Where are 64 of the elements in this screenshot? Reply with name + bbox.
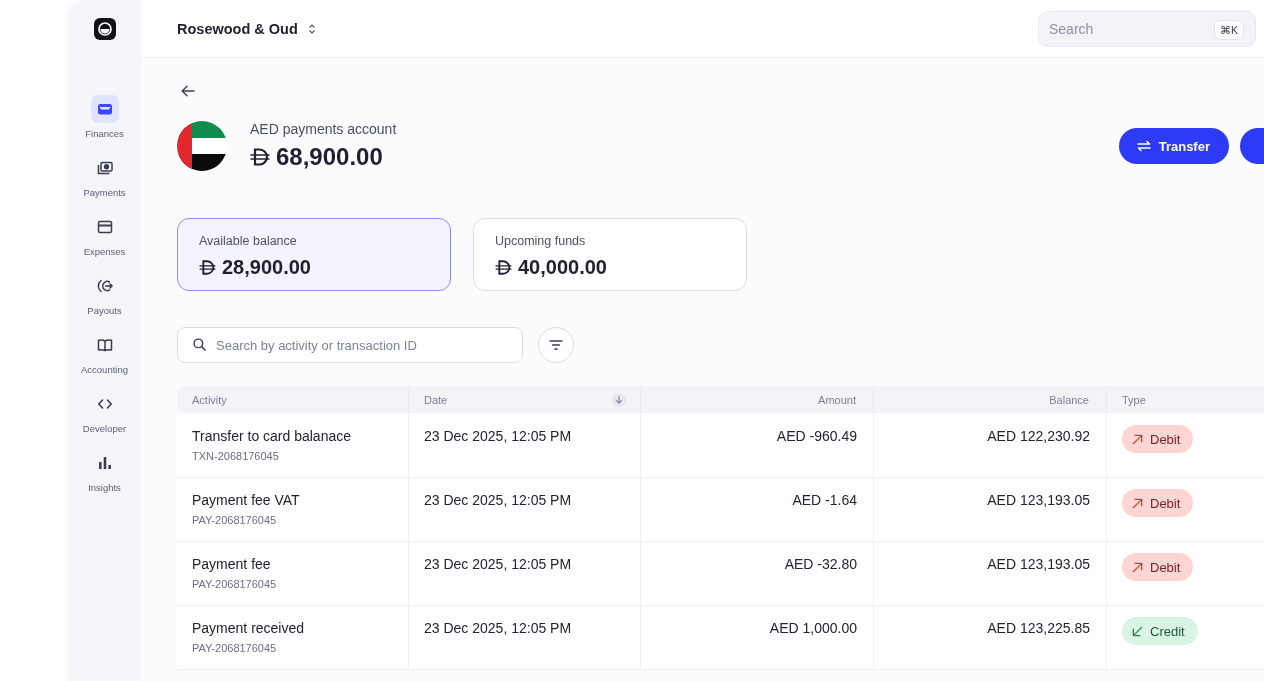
column-header[interactable]: Type xyxy=(1122,393,1146,406)
type-tag: Debit xyxy=(1122,553,1194,581)
transaction-date: 23 Dec 2025, 12:05 PM xyxy=(424,492,572,509)
transaction-amount: AED -960.49 xyxy=(776,428,857,445)
sidebar-item[interactable]: Developer xyxy=(69,390,140,435)
currency-sign-icon xyxy=(250,148,270,166)
transaction-amount: AED -32.80 xyxy=(784,556,857,573)
account-name: AED payments account xyxy=(250,121,397,138)
arrow-down-left-icon xyxy=(1132,625,1143,637)
sidebar-item[interactable]: Payments xyxy=(69,154,140,199)
balance-card[interactable]: Upcoming funds 40,000.00 xyxy=(473,218,747,291)
type-tag: Debit xyxy=(1122,425,1194,453)
card-label: Upcoming funds xyxy=(495,234,587,249)
arrow-up-right-icon xyxy=(1132,433,1143,445)
currency-sign-icon xyxy=(495,259,512,275)
sidebar-item[interactable]: Finances xyxy=(69,95,140,140)
search-field[interactable]: Search by activity or transaction ID xyxy=(177,327,523,363)
transaction-id: PAY-2068176045 xyxy=(192,641,277,655)
activity-name: Payment fee xyxy=(192,556,271,573)
card-amount: 40,000.00 xyxy=(518,255,607,279)
flag-icon xyxy=(177,121,227,171)
search-icon xyxy=(193,338,206,351)
account-balance: 68,900.00 xyxy=(276,143,383,171)
column-header[interactable]: Balance xyxy=(1049,393,1089,406)
activity-name: Transfer to card balanace xyxy=(192,428,351,445)
sidebar-item[interactable]: Expenses xyxy=(69,213,140,258)
swap-arrows-icon xyxy=(1136,140,1151,152)
activity-name: Payment fee VAT xyxy=(192,492,300,509)
transaction-date: 23 Dec 2025, 12:05 PM xyxy=(424,428,572,445)
running-balance: AED 123,193.05 xyxy=(987,492,1090,509)
transaction-id: PAY-2068176045 xyxy=(192,513,277,527)
activity-name: Payment received xyxy=(192,620,305,637)
currency-sign-icon xyxy=(199,259,216,275)
filter-icon xyxy=(549,340,563,350)
running-balance: AED 122,230.92 xyxy=(987,428,1090,445)
card-label: Available balance xyxy=(199,234,298,249)
sort-arrow-icon[interactable] xyxy=(612,392,626,407)
column-header[interactable]: Activity xyxy=(192,393,227,406)
column-header[interactable]: Date xyxy=(424,393,448,406)
filter-button[interactable] xyxy=(538,327,574,363)
type-tag: Debit xyxy=(1122,489,1194,517)
type-tag: Credit xyxy=(1122,617,1198,645)
workspace-switcher[interactable]: Rosewood & Oud xyxy=(177,20,316,37)
balance-card[interactable]: Available balance 28,900.00 xyxy=(177,218,451,291)
back-arrow-icon[interactable] xyxy=(181,85,195,97)
action-button[interactable] xyxy=(1240,128,1264,164)
arrow-up-right-icon xyxy=(1132,561,1143,573)
transaction-amount: AED 1,000.00 xyxy=(769,620,857,637)
transaction-date: 23 Dec 2025, 12:05 PM xyxy=(424,556,572,573)
transaction-date: 23 Dec 2025, 12:05 PM xyxy=(424,620,572,637)
running-balance: AED 123,193.05 xyxy=(987,556,1090,573)
sidebar-item[interactable]: Insights xyxy=(69,449,140,494)
card-amount: 28,900.00 xyxy=(222,255,311,279)
transfer-button[interactable]: Transfer xyxy=(1118,128,1229,164)
transaction-id: TXN-2068176045 xyxy=(192,449,279,463)
column-header[interactable]: Amount xyxy=(818,393,856,406)
running-balance: AED 123,225.85 xyxy=(987,620,1090,637)
sidebar-item[interactable]: Accounting xyxy=(69,331,140,376)
transaction-id: PAY-2068176045 xyxy=(192,577,277,591)
chevron-up-down-icon xyxy=(307,22,316,35)
transaction-amount: AED -1.64 xyxy=(792,492,857,509)
logo-icon[interactable] xyxy=(93,18,116,40)
sidebar-item[interactable]: Payouts xyxy=(69,272,140,317)
arrow-up-right-icon xyxy=(1132,497,1143,509)
